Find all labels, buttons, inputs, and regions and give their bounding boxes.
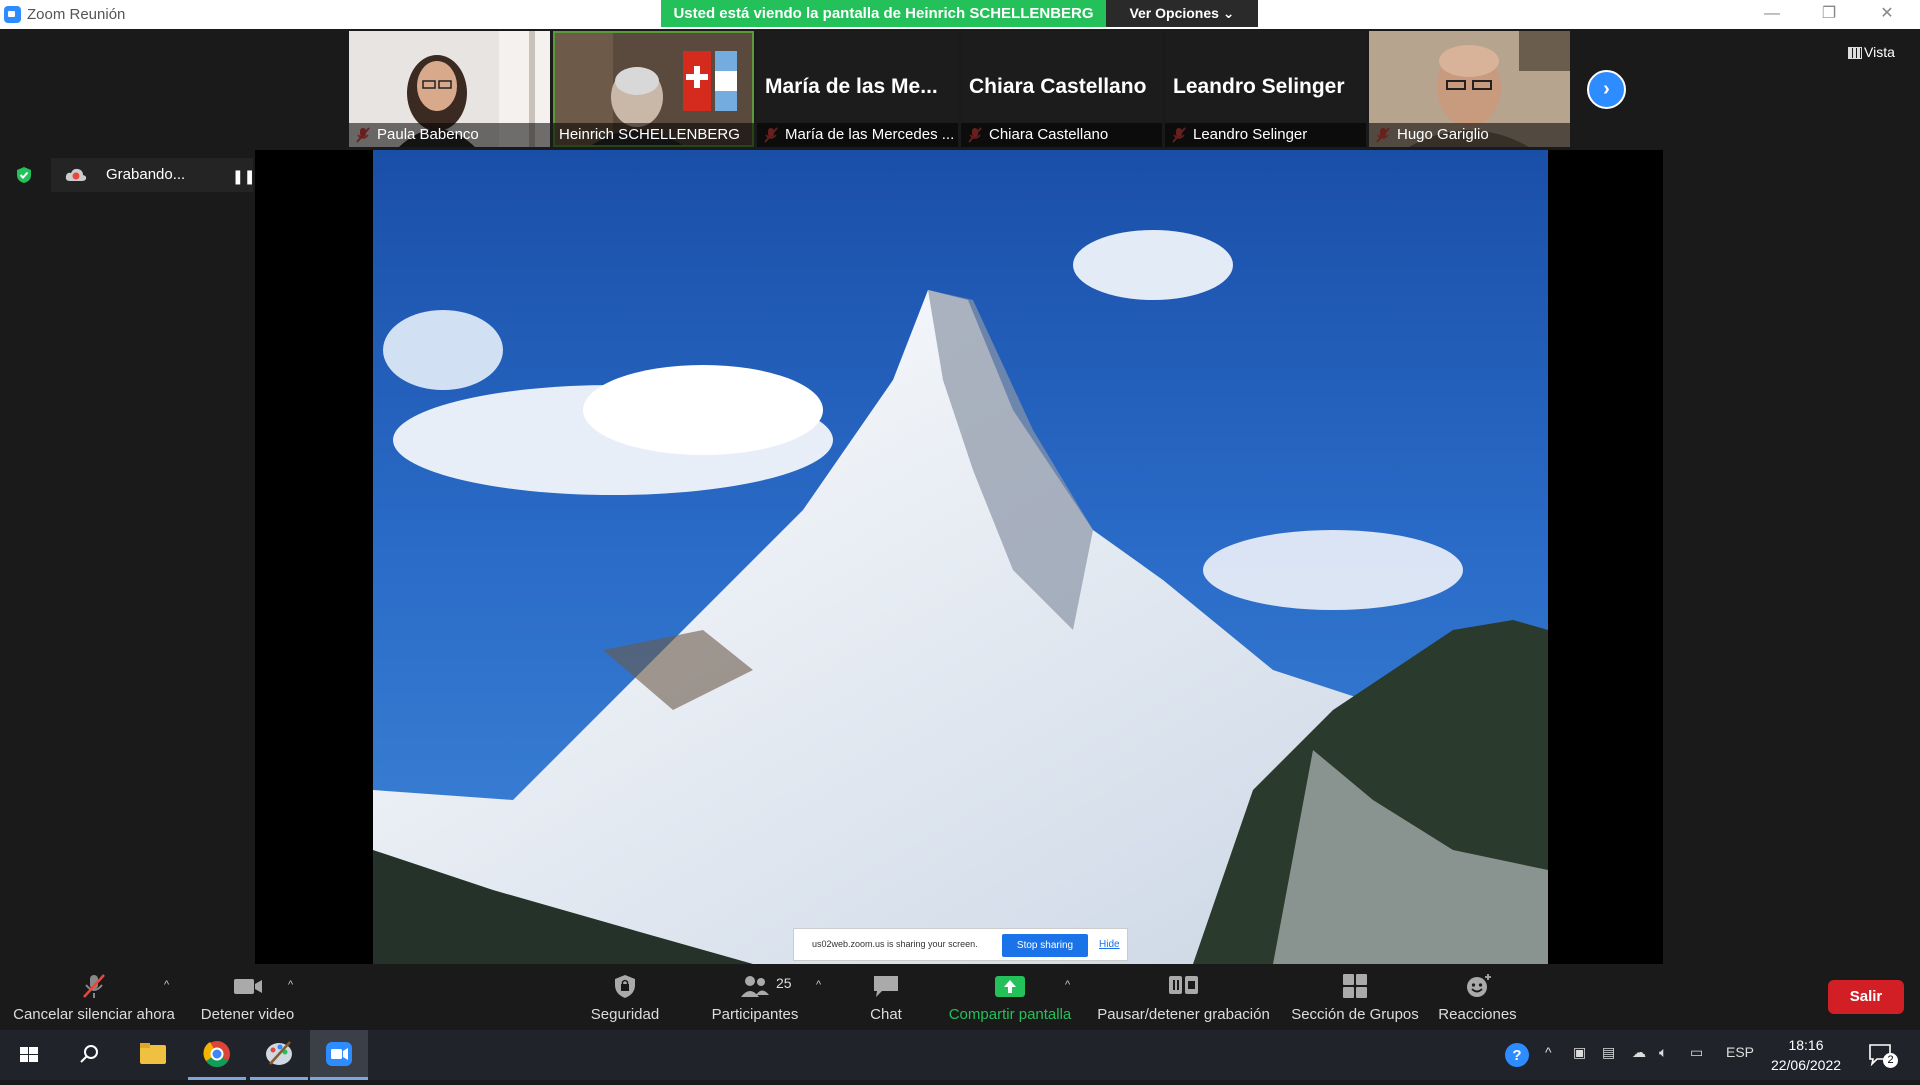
share-screen-icon <box>995 976 1025 997</box>
mic-muted-icon <box>83 974 105 998</box>
notification-count: 2 <box>1883 1053 1898 1068</box>
share-notice: Usted está viendo la pantalla de Heinric… <box>661 0 1106 27</box>
windows-taskbar: ? ^ ▣ ▤ ☁ 🔈︎ ▭ ESP 18:16 22/06/2022 2 <box>0 1030 1920 1080</box>
share-screen-button[interactable]: Compartir pantalla <box>940 965 1080 1029</box>
participant-name: Leandro Selinger <box>1165 123 1366 147</box>
file-explorer-button[interactable] <box>124 1030 182 1080</box>
chrome-icon <box>203 1041 230 1068</box>
meeting-toolbar: Cancelar silenciar ahora ^ Detener video… <box>0 965 1920 1029</box>
participant-tile[interactable]: Paula Babenco <box>349 31 550 147</box>
help-icon[interactable]: ? <box>1504 1042 1530 1068</box>
minimize-icon[interactable]: — <box>1749 2 1795 26</box>
display-icon[interactable]: ▭ <box>1690 1044 1703 1061</box>
leave-meeting-button[interactable]: Salir <box>1828 980 1904 1014</box>
security-button[interactable]: Seguridad <box>575 965 675 1029</box>
participant-tile[interactable]: Chiara Castellano Chiara Castellano <box>961 31 1162 147</box>
reactions-button[interactable]: Reacciones <box>1430 965 1525 1029</box>
chat-label: Chat <box>870 1006 902 1023</box>
search-icon <box>80 1045 98 1063</box>
participant-display-name: Leandro Selinger <box>1173 75 1345 98</box>
participant-tile[interactable]: Hugo Gariglio <box>1369 31 1570 147</box>
share-screen-label: Compartir pantalla <box>948 1006 1072 1023</box>
view-button[interactable]: Vista <box>1842 40 1906 64</box>
show-hidden-icons-chevron-icon[interactable]: ^ <box>1545 1044 1552 1060</box>
participants-button[interactable]: Participantes <box>700 965 810 1029</box>
chat-button[interactable]: Chat <box>846 965 926 1029</box>
start-button[interactable] <box>0 1030 58 1080</box>
reactions-label: Reacciones <box>1438 1006 1517 1023</box>
search-button[interactable] <box>60 1030 118 1080</box>
zoom-app-icon <box>326 1042 352 1066</box>
zoom-logo-icon <box>4 6 21 23</box>
meet-now-icon[interactable]: ▣ <box>1573 1044 1586 1061</box>
participants-icon <box>741 976 769 997</box>
notification-center-icon[interactable]: 2 <box>1868 1042 1898 1068</box>
onedrive-cloud-icon[interactable]: ☁ <box>1632 1044 1646 1061</box>
svg-text:?: ? <box>1512 1047 1521 1064</box>
screen-share-notification: us02web.zoom.us is sharing your screen. … <box>793 928 1128 961</box>
clock-date: 22/06/2022 <box>1770 1057 1842 1073</box>
audio-options-chevron-icon[interactable]: ^ <box>164 979 169 991</box>
share-popup-text: us02web.zoom.us is sharing your screen. <box>812 939 978 949</box>
participant-display-name: María de las Me... <box>765 75 938 98</box>
paint-palette-icon <box>266 1041 292 1065</box>
participant-name: María de las Mercedes ... <box>757 123 958 147</box>
stop-video-label: Detener video <box>200 1006 295 1023</box>
participant-tile[interactable]: María de las Me... María de las Mercedes… <box>757 31 958 147</box>
next-page-arrow-icon[interactable]: › <box>1587 70 1626 109</box>
clock-time: 18:16 <box>1788 1037 1824 1053</box>
stop-video-button[interactable]: Detener video <box>190 965 305 1029</box>
network-icon[interactable]: ▤ <box>1602 1044 1615 1061</box>
close-icon[interactable]: ✕ <box>1864 2 1910 26</box>
recording-label: Grabando... <box>106 166 186 183</box>
video-camera-icon <box>233 979 262 994</box>
recording-indicator: Grabando... ❚❚ <box>51 158 276 192</box>
hide-link[interactable]: Hide <box>1099 939 1120 950</box>
breakout-rooms-icon <box>1343 974 1367 998</box>
breakout-rooms-label: Sección de Grupos <box>1291 1006 1419 1023</box>
stop-sharing-button[interactable]: Stop sharing <box>1002 934 1088 957</box>
participants-count: 25 <box>776 975 792 991</box>
participant-tile-active-speaker[interactable]: Heinrich SCHELLENBERG <box>553 31 754 147</box>
pause-recording-icon[interactable]: ❚❚ <box>232 168 255 185</box>
participant-strip: Paula Babenco Heinrich SCHELLENBERG Marí… <box>349 31 1570 147</box>
participants-label: Participantes <box>711 1006 799 1023</box>
participant-name: Paula Babenco <box>349 123 550 147</box>
participant-display-name: Chiara Castellano <box>969 75 1147 98</box>
participant-name: Heinrich SCHELLENBERG <box>553 123 754 147</box>
zoom-taskbar-button[interactable] <box>310 1030 368 1080</box>
participants-options-chevron-icon[interactable]: ^ <box>816 979 821 991</box>
participant-name: Hugo Gariglio <box>1369 123 1570 147</box>
restore-icon[interactable]: ❐ <box>1806 2 1852 26</box>
windows-logo-icon <box>20 1047 38 1062</box>
unmute-button[interactable]: Cancelar silenciar ahora <box>8 965 180 1029</box>
shared-mountain-image <box>373 150 1548 964</box>
volume-icon[interactable]: 🔈︎ <box>1659 1044 1667 1061</box>
chat-bubble-icon <box>874 976 898 997</box>
pause-stop-recording-label: Pausar/detener grabación <box>1097 1006 1270 1023</box>
share-options-chevron-icon[interactable]: ^ <box>1065 979 1070 991</box>
pause-stop-recording-icon <box>1168 976 1198 994</box>
shield-icon <box>615 975 635 998</box>
chrome-button[interactable] <box>188 1030 246 1080</box>
share-status-bar: Usted está viendo la pantalla de Heinric… <box>661 0 1258 27</box>
video-options-chevron-icon[interactable]: ^ <box>288 979 293 991</box>
cloud-recording-icon <box>65 168 87 181</box>
view-options-button[interactable]: Ver Opciones ⌄ <box>1106 0 1258 27</box>
system-clock[interactable]: 18:16 22/06/2022 <box>1758 1035 1854 1075</box>
reactions-smiley-icon <box>1466 974 1491 997</box>
folder-icon <box>140 1043 166 1064</box>
pause-stop-recording-button[interactable]: Pausar/detener grabación <box>1090 965 1277 1029</box>
participant-name: Chiara Castellano <box>961 123 1162 147</box>
window-title: Zoom Reunión <box>27 6 126 23</box>
breakout-rooms-button[interactable]: Sección de Grupos <box>1290 965 1420 1029</box>
security-shield-icon <box>17 167 31 183</box>
unmute-label: Cancelar silenciar ahora <box>13 1006 175 1023</box>
security-label: Seguridad <box>590 1006 660 1023</box>
input-language[interactable]: ESP <box>1726 1044 1754 1060</box>
paint-button[interactable] <box>250 1030 308 1080</box>
participant-tile[interactable]: Leandro Selinger Leandro Selinger <box>1165 31 1366 147</box>
title-bar: Zoom Reunión Usted está viendo la pantal… <box>0 0 1920 29</box>
